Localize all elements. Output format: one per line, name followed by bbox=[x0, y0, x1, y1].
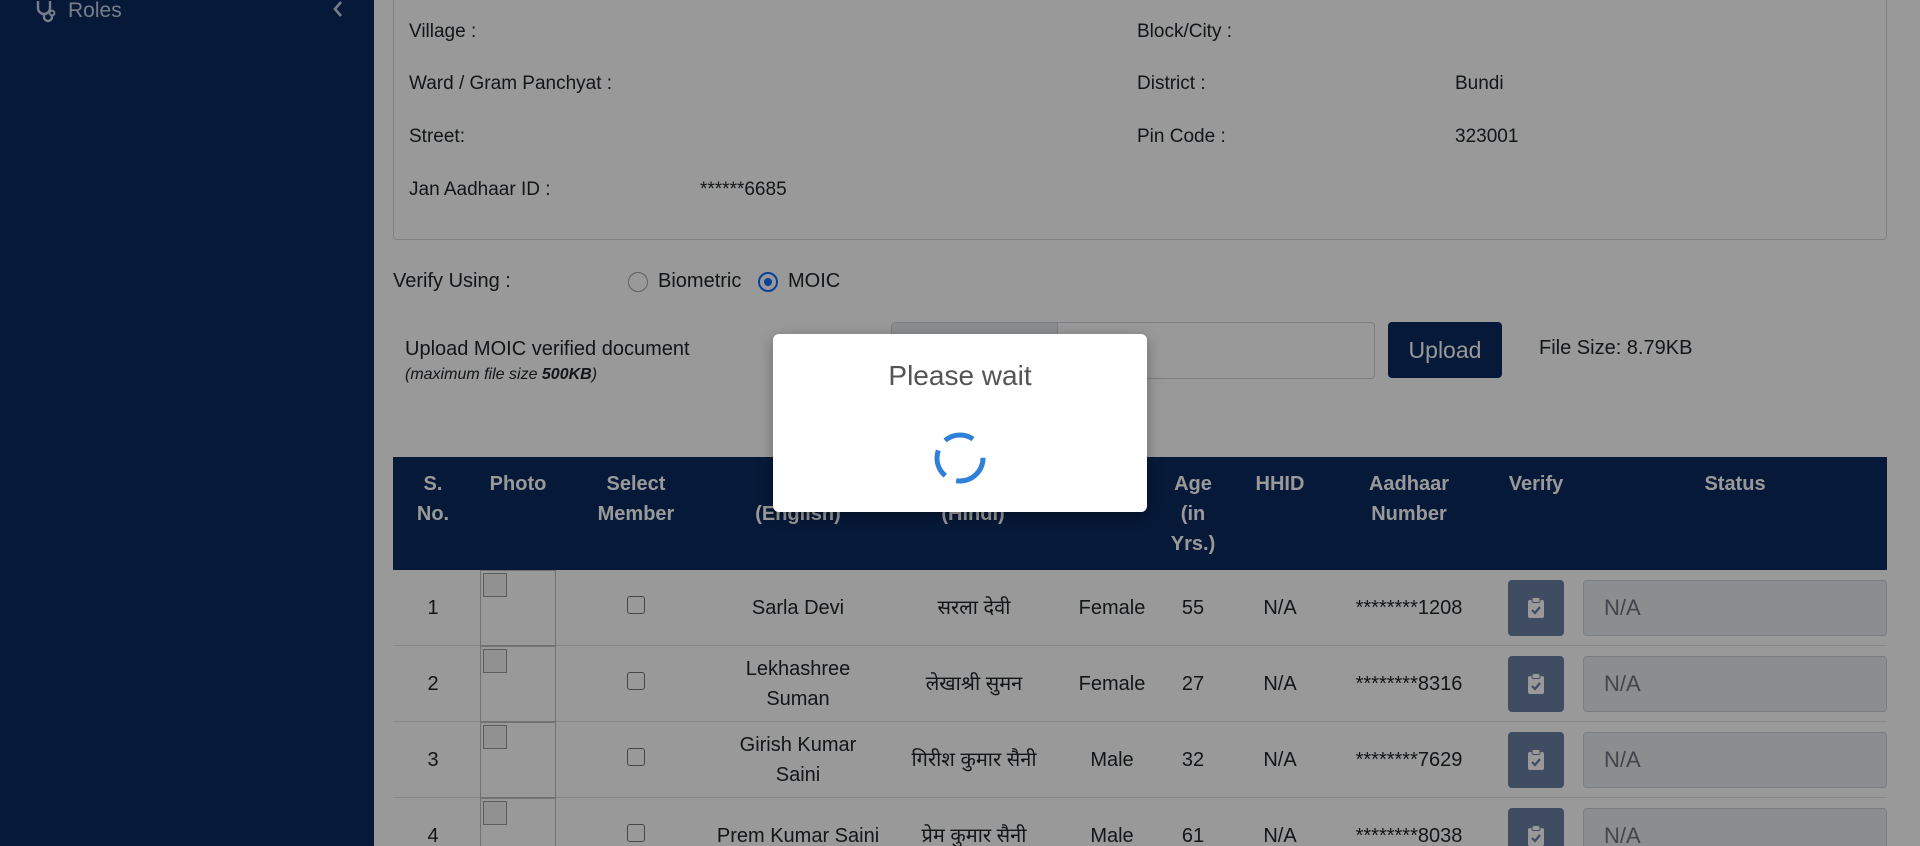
loading-modal: Please wait bbox=[773, 334, 1147, 512]
loading-spinner-icon bbox=[934, 432, 986, 484]
modal-title: Please wait bbox=[888, 360, 1032, 391]
